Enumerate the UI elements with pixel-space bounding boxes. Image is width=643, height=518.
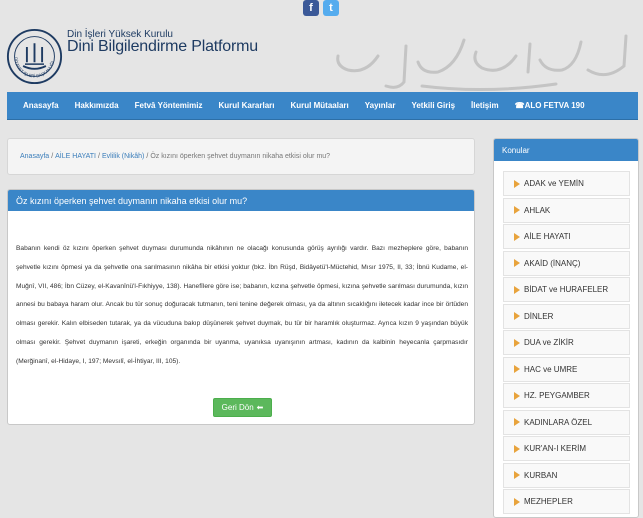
article-title: Öz kızını öperken şehvet duymanın nikaha… — [8, 190, 474, 211]
site-header: DİYANET İŞLERİ BAŞKANLIĞI Din İşleri Yük… — [0, 20, 643, 92]
calligraphy-image — [336, 34, 628, 92]
nav-kurul-mutaalari[interactable]: Kurul Mütaaları — [283, 101, 357, 110]
triangle-right-icon — [514, 206, 520, 214]
breadcrumb-current: Öz kızını öperken şehvet duymanın nikaha… — [150, 153, 331, 160]
triangle-right-icon — [514, 259, 520, 267]
article-body: Babanın kendi öz kızını öperken şehvet d… — [16, 245, 468, 365]
triangle-right-icon — [514, 312, 520, 320]
triangle-right-icon — [514, 497, 520, 506]
nav-kurul-kararlari[interactable]: Kurul Kararları — [210, 101, 282, 110]
nav-yetkili-giris[interactable]: Yetkili Giriş — [403, 101, 463, 110]
triangle-right-icon — [514, 391, 520, 400]
nav-iletisim[interactable]: İletişim — [463, 101, 507, 110]
back-button[interactable]: Geri Dön ⬅ — [213, 398, 272, 417]
topic-dua-ve-zikir[interactable]: DUA ve ZİKİR — [503, 330, 630, 355]
breadcrumb-link-evlilik[interactable]: Evlilik (Nikâh) — [102, 153, 144, 160]
nav-fetva-yontemimiz[interactable]: Fetvâ Yöntemimiz — [127, 101, 211, 110]
topic-mezhepler[interactable]: MEZHEPLER — [503, 489, 630, 514]
nav-alo-fetva[interactable]: ☎ALO FETVA 190 — [507, 101, 593, 110]
facebook-icon[interactable]: f — [303, 0, 319, 16]
breadcrumb: Anasayfa / AİLE HAYATI / Evlilik (Nikâh) / … — [7, 138, 475, 175]
topic-ahlak[interactable]: AHLAK — [503, 197, 630, 223]
triangle-right-icon — [514, 471, 520, 479]
topic-adak-ve-yemin[interactable]: ADAK ve YEMİN — [503, 171, 630, 196]
article-panel: Öz kızını öperken şehvet duymanın nikaha… — [7, 189, 475, 425]
topic-list: ADAK ve YEMİN AHLAK AİLE HAYATI AKAİD (İ… — [503, 171, 630, 516]
topic-akaid[interactable]: AKAİD (İNANÇ) — [503, 250, 630, 276]
topic-kadinlara-ozel[interactable]: KADINLARA ÖZEL — [503, 409, 630, 435]
main-navbar: Anasayfa Hakkımızda Fetvâ Yöntemimiz Kur… — [7, 92, 638, 120]
arrow-left-icon: ⬅ — [256, 403, 264, 412]
breadcrumb-link-anasayfa[interactable]: Anasayfa — [20, 153, 49, 160]
site-title[interactable]: Dini Bilgilendirme Platformu — [67, 38, 258, 56]
topic-hz-peygamber[interactable]: HZ. PEYGAMBER — [503, 383, 630, 408]
topic-kuran-i-kerim[interactable]: KUR'AN-I KERİM — [503, 436, 630, 461]
topic-hac-ve-umre[interactable]: HAC ve UMRE — [503, 356, 630, 382]
topic-kurban[interactable]: KURBAN — [503, 462, 630, 488]
triangle-right-icon — [514, 444, 520, 453]
triangle-right-icon — [514, 285, 520, 294]
topics-sidebar: Konular ADAK ve YEMİN AHLAK AİLE HAYATI … — [493, 138, 639, 518]
diyanet-logo-icon[interactable]: DİYANET İŞLERİ BAŞKANLIĞI — [6, 28, 63, 85]
sidebar-title: Konular — [494, 139, 638, 161]
triangle-right-icon — [514, 179, 520, 188]
triangle-right-icon — [514, 338, 520, 347]
social-links: f t — [303, 0, 339, 16]
nav-hakkimizda[interactable]: Hakkımızda — [67, 101, 127, 110]
nav-yayinlar[interactable]: Yayınlar — [357, 101, 404, 110]
triangle-right-icon — [514, 418, 520, 426]
topic-bidat-ve-hurafeler[interactable]: BİDAT ve HURAFELER — [503, 277, 630, 302]
twitter-icon[interactable]: t — [323, 0, 339, 16]
nav-anasayfa[interactable]: Anasayfa — [7, 101, 67, 110]
phone-icon: ☎ — [514, 101, 525, 110]
topic-dinler[interactable]: DİNLER — [503, 303, 630, 329]
breadcrumb-link-aile-hayati[interactable]: AİLE HAYATI — [55, 153, 96, 160]
topic-aile-hayati[interactable]: AİLE HAYATI — [503, 224, 630, 249]
triangle-right-icon — [514, 365, 520, 373]
triangle-right-icon — [514, 232, 520, 241]
